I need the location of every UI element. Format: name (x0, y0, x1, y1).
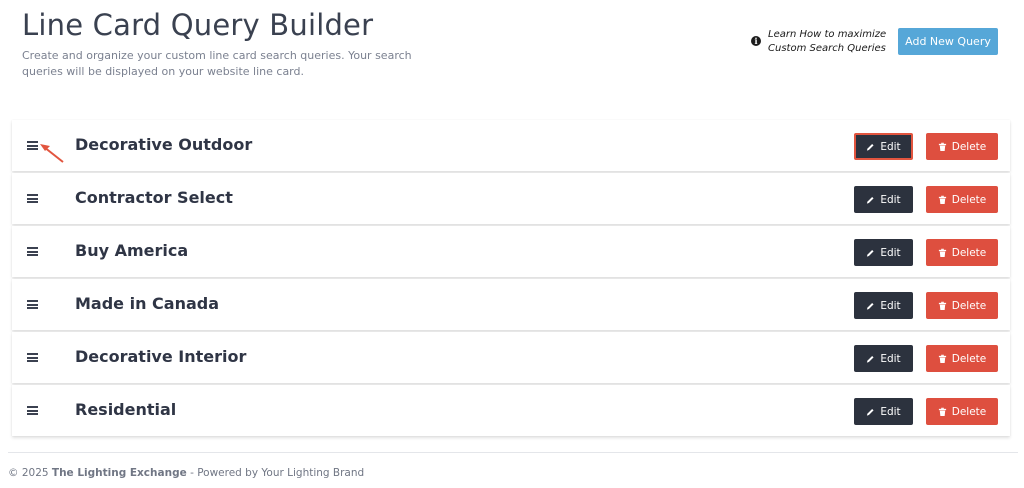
footer-divider (8, 452, 1018, 453)
delete-button[interactable]: Delete (926, 345, 998, 372)
delete-label: Delete (951, 193, 987, 206)
edit-button[interactable]: Edit (854, 345, 913, 372)
arrow-icon (40, 144, 64, 163)
delete-button[interactable]: Delete (926, 292, 998, 319)
trash-icon (938, 407, 946, 416)
edit-button[interactable]: Edit (854, 398, 913, 425)
query-title: Contractor Select (75, 188, 233, 207)
footer: © 2025 The Lighting Exchange - Powered b… (8, 467, 364, 479)
trash-icon (938, 195, 946, 204)
delete-button[interactable]: Delete (926, 398, 998, 425)
drag-handle-icon[interactable] (27, 247, 38, 256)
drag-handle-icon[interactable] (27, 141, 38, 150)
page-title: Line Card Query Builder (22, 8, 374, 42)
edit-label: Edit (880, 352, 901, 365)
delete-button[interactable]: Delete (926, 186, 998, 213)
help-link[interactable]: i Learn How to maximize Custom Search Qu… (751, 28, 892, 56)
delete-button[interactable]: Delete (926, 239, 998, 266)
delete-label: Delete (951, 352, 987, 365)
pencil-icon (867, 249, 874, 257)
pencil-icon (867, 196, 874, 204)
query-row: Decorative Outdoor Edit Delete (12, 120, 1010, 171)
edit-label: Edit (880, 140, 901, 153)
info-icon: i (751, 36, 761, 46)
footer-copyright: © 2025 (8, 467, 49, 479)
footer-powered-by: - Powered by Your Lighting Brand (190, 467, 365, 479)
pencil-icon (867, 143, 874, 151)
query-row: Made in Canada Edit Delete (12, 279, 1010, 330)
drag-handle-icon[interactable] (27, 353, 38, 362)
edit-label: Edit (880, 193, 901, 206)
query-title: Made in Canada (75, 294, 220, 313)
query-title: Buy America (75, 241, 189, 260)
edit-button[interactable]: Edit (854, 133, 913, 160)
edit-label: Edit (880, 246, 901, 259)
page-subtitle: Create and organize your custom line car… (22, 49, 412, 78)
trash-icon (938, 354, 946, 363)
delete-label: Delete (951, 405, 987, 418)
drag-handle-icon[interactable] (27, 300, 38, 309)
query-title: Decorative Interior (75, 347, 247, 366)
query-row: Contractor Select Edit Delete (12, 173, 1010, 224)
trash-icon (938, 301, 946, 310)
pencil-icon (867, 355, 874, 363)
pencil-icon (867, 408, 874, 416)
delete-label: Delete (951, 246, 987, 259)
drag-handle-icon[interactable] (27, 406, 38, 415)
delete-button[interactable]: Delete (926, 133, 998, 160)
edit-button[interactable]: Edit (854, 292, 913, 319)
query-title: Decorative Outdoor (75, 135, 253, 154)
edit-label: Edit (880, 299, 901, 312)
edit-button[interactable]: Edit (854, 239, 913, 266)
footer-company: The Lighting Exchange (51, 467, 187, 479)
query-row: Residential Edit Delete (12, 385, 1010, 436)
trash-icon (938, 248, 946, 257)
delete-label: Delete (951, 140, 987, 153)
query-list: Decorative Outdoor Edit Delete Contracto… (12, 120, 1010, 438)
add-new-query-button[interactable]: Add New Query (898, 28, 998, 55)
drag-handle-icon[interactable] (27, 194, 38, 203)
pencil-icon (867, 302, 874, 310)
query-title: Residential (75, 400, 177, 419)
edit-button[interactable]: Edit (854, 186, 913, 213)
help-link-text: Learn How to maximize Custom Search Quer… (768, 29, 887, 54)
trash-icon (938, 142, 946, 151)
delete-label: Delete (951, 299, 987, 312)
query-row: Buy America Edit Delete (12, 226, 1010, 277)
edit-label: Edit (880, 405, 901, 418)
query-row: Decorative Interior Edit Delete (12, 332, 1010, 383)
